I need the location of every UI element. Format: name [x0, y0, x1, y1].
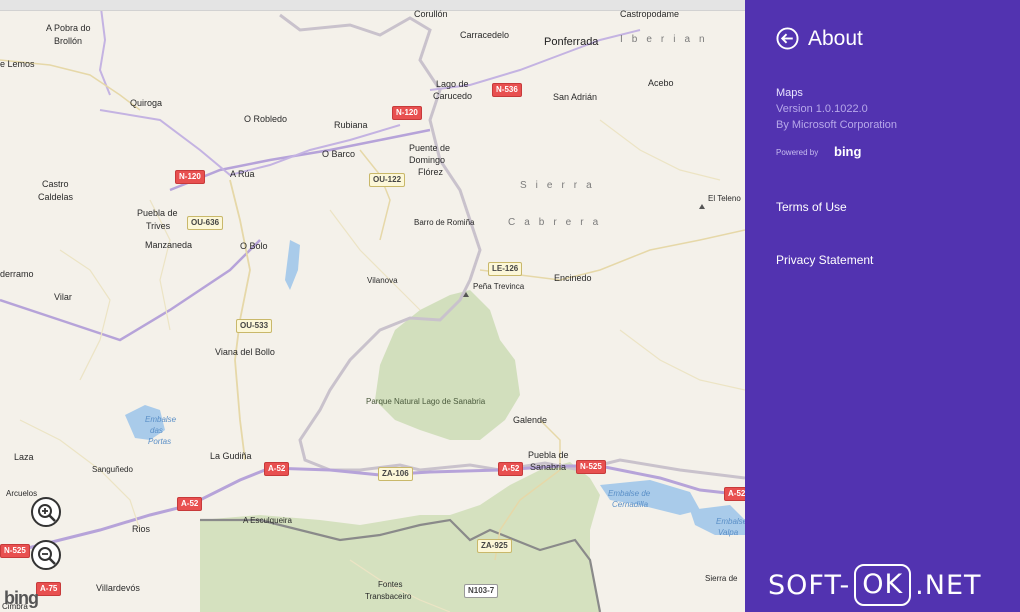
road-shield: A-52	[177, 497, 203, 511]
town-label: La Gudiña	[210, 451, 252, 461]
town-label: Castropodame	[620, 9, 680, 19]
town-label: O Bolo	[240, 241, 268, 251]
town-label: Castro	[42, 179, 69, 189]
town-label: derramo	[0, 269, 34, 279]
watermark: SOFT- OK .NET	[768, 563, 1020, 607]
town-label: Puente de	[409, 143, 451, 153]
town-label: A Esculqueira	[243, 516, 292, 525]
bing-logo: bing	[4, 588, 39, 608]
town-label: Laza	[14, 452, 34, 462]
town-label: Trives	[146, 221, 171, 231]
town-label: Caldelas	[38, 192, 74, 202]
town-label: Flórez	[418, 167, 444, 177]
road-shield: A-52	[724, 487, 745, 501]
water-label: das	[150, 426, 163, 435]
map-base	[0, 0, 745, 612]
town-label: Sanabria	[530, 462, 567, 472]
region-label: Sierra	[520, 180, 601, 191]
road-shield: N103-7	[464, 584, 499, 598]
town-label: Puebla de	[528, 450, 569, 460]
watermark-ok: OK	[854, 564, 912, 606]
town-label: Villardevós	[96, 583, 140, 593]
water-label: Valpa	[718, 528, 739, 537]
town-label: Viana del Bollo	[215, 347, 275, 357]
town-label: Puebla de	[137, 208, 178, 218]
about-panel: About Maps Version 1.0.1022.0 By Microso…	[745, 0, 1020, 612]
town-label: e Lemos	[0, 59, 35, 69]
town-label: Corullón	[414, 9, 448, 19]
road-shield: N-525	[0, 544, 30, 558]
road-shield: N-525	[576, 460, 606, 474]
town-label: Carucedo	[433, 91, 473, 101]
road-shield: ZA-925	[477, 539, 512, 553]
town-label: Acebo	[648, 78, 674, 88]
road-shield: N-536	[492, 83, 522, 97]
town-label: Encinedo	[554, 273, 592, 283]
road-shield: A-75	[36, 582, 62, 596]
town-label: Manzaneda	[145, 240, 193, 250]
zoom-out-icon	[38, 547, 56, 565]
town-label: Brollón	[54, 36, 83, 46]
road-shield: N-120	[392, 106, 422, 120]
town-label: Galende	[513, 415, 548, 425]
town-label: Rios	[132, 524, 151, 534]
town-label: Vilar	[54, 292, 72, 302]
zoom-in-icon	[38, 504, 56, 522]
town-label: El Teleno	[708, 194, 741, 203]
town-label: Transbaceiro	[365, 592, 412, 601]
road-shield: N-120	[175, 170, 205, 184]
town-label: O Robledo	[244, 114, 288, 124]
town-label: Sanguñedo	[92, 465, 133, 474]
town-label: Peña Trevinca	[473, 282, 525, 291]
map-view[interactable]: Corullón Castropodame A Pobra do Brollón…	[0, 0, 745, 612]
town-label: Arcuelos	[6, 489, 38, 498]
road-shield: LE-126	[488, 262, 523, 276]
zoom-in-button[interactable]	[31, 497, 61, 527]
road-shield: OU-122	[369, 173, 406, 187]
zoom-out-button[interactable]	[31, 540, 61, 570]
road-shield: ZA-106	[378, 467, 413, 481]
town-label: Vilanova	[367, 276, 398, 285]
back-arrow-icon[interactable]	[776, 27, 799, 50]
town-label: A Rúa	[230, 169, 255, 179]
watermark-right: .NET	[915, 569, 982, 601]
town-label: Lago de	[436, 79, 469, 89]
road-shield: OU-636	[187, 216, 224, 230]
park-label: Parque Natural Lago de Sanabria	[366, 397, 486, 406]
town-label: Rubiana	[334, 120, 368, 130]
water-label: Embalse de	[608, 489, 651, 498]
water-label: Cernadilla	[612, 500, 649, 509]
town-label: O Barco	[322, 149, 356, 159]
town-label: Ponferrada	[544, 36, 599, 48]
road-shield: A-52	[264, 462, 290, 476]
road-shield: OU-533	[236, 319, 273, 333]
watermark-left: SOFT-	[768, 569, 851, 601]
town-label: Domingo	[409, 155, 446, 165]
town-label: San Adrián	[553, 92, 598, 102]
privacy-statement-link[interactable]: Privacy Statement	[776, 253, 873, 267]
town-label: Carracedelo	[460, 30, 510, 40]
water-label: Embalse	[716, 517, 745, 526]
bing-logo-small: bing	[834, 144, 862, 159]
town-label: Barro de Romiña	[414, 218, 475, 227]
town-label: Sierra de	[705, 574, 738, 583]
road-shield: A-52	[498, 462, 524, 476]
app-name: Maps	[776, 87, 803, 99]
app-version: Version 1.0.1022.0	[776, 103, 868, 115]
powered-by-label: Powered by	[776, 148, 819, 157]
region-label: Iberian	[620, 34, 714, 45]
region-label: Cabrera	[508, 217, 608, 228]
water-label: Portas	[148, 437, 172, 446]
terms-of-use-link[interactable]: Terms of Use	[776, 200, 847, 214]
town-label: Fontes	[378, 580, 403, 589]
app-company: By Microsoft Corporation	[776, 119, 898, 131]
town-label: Quiroga	[130, 98, 163, 108]
town-label: A Pobra do	[46, 23, 91, 33]
panel-title: About	[808, 27, 863, 50]
water-label: Embalse	[145, 415, 177, 424]
